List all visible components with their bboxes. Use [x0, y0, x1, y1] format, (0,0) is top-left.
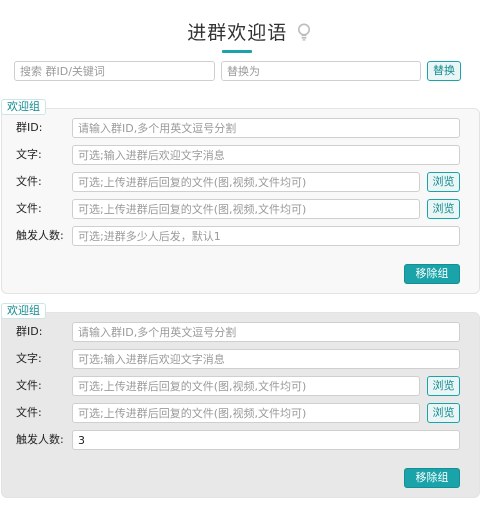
group-id-input[interactable] — [72, 322, 460, 342]
replace-button[interactable]: 替换 — [427, 61, 461, 81]
file-input-1[interactable] — [72, 172, 420, 192]
browse-button-2[interactable]: 浏览 — [427, 403, 460, 423]
file-label: 文件: — [16, 379, 42, 392]
browse-button-2[interactable]: 浏览 — [427, 199, 460, 219]
lightbulb-icon[interactable] — [297, 23, 311, 41]
remove-group-button[interactable]: 移除组 — [404, 264, 460, 284]
welcome-text-input[interactable] — [72, 349, 460, 369]
file-input-2[interactable] — [72, 199, 420, 219]
trigger-count-label: 触发人数: — [16, 229, 64, 242]
search-input[interactable] — [14, 61, 215, 81]
trigger-count-input[interactable] — [72, 226, 460, 246]
welcome-text-input[interactable] — [72, 145, 460, 165]
replace-input[interactable] — [221, 61, 421, 81]
trigger-count-label: 触发人数: — [16, 433, 64, 446]
title-underline — [222, 50, 252, 53]
group-tag: 欢迎组 — [1, 303, 46, 319]
file-input-1[interactable] — [72, 376, 420, 396]
text-label: 文字: — [16, 352, 42, 365]
file-label: 文件: — [16, 202, 42, 215]
file-label: 文件: — [16, 406, 42, 419]
browse-button-1[interactable]: 浏览 — [427, 172, 460, 192]
group-id-input[interactable] — [72, 118, 460, 138]
group-id-label: 群ID: — [16, 121, 43, 134]
file-label: 文件: — [16, 175, 42, 188]
page-header: 进群欢迎语 — [0, 18, 498, 45]
text-label: 文字: — [16, 148, 42, 161]
group-id-label: 群ID: — [16, 325, 43, 338]
trigger-count-input[interactable] — [72, 430, 460, 450]
page-title: 进群欢迎语 — [187, 22, 288, 44]
browse-button-1[interactable]: 浏览 — [427, 376, 460, 396]
file-input-2[interactable] — [72, 403, 420, 423]
group-tag: 欢迎组 — [1, 99, 46, 115]
remove-group-button[interactable]: 移除组 — [404, 468, 460, 488]
